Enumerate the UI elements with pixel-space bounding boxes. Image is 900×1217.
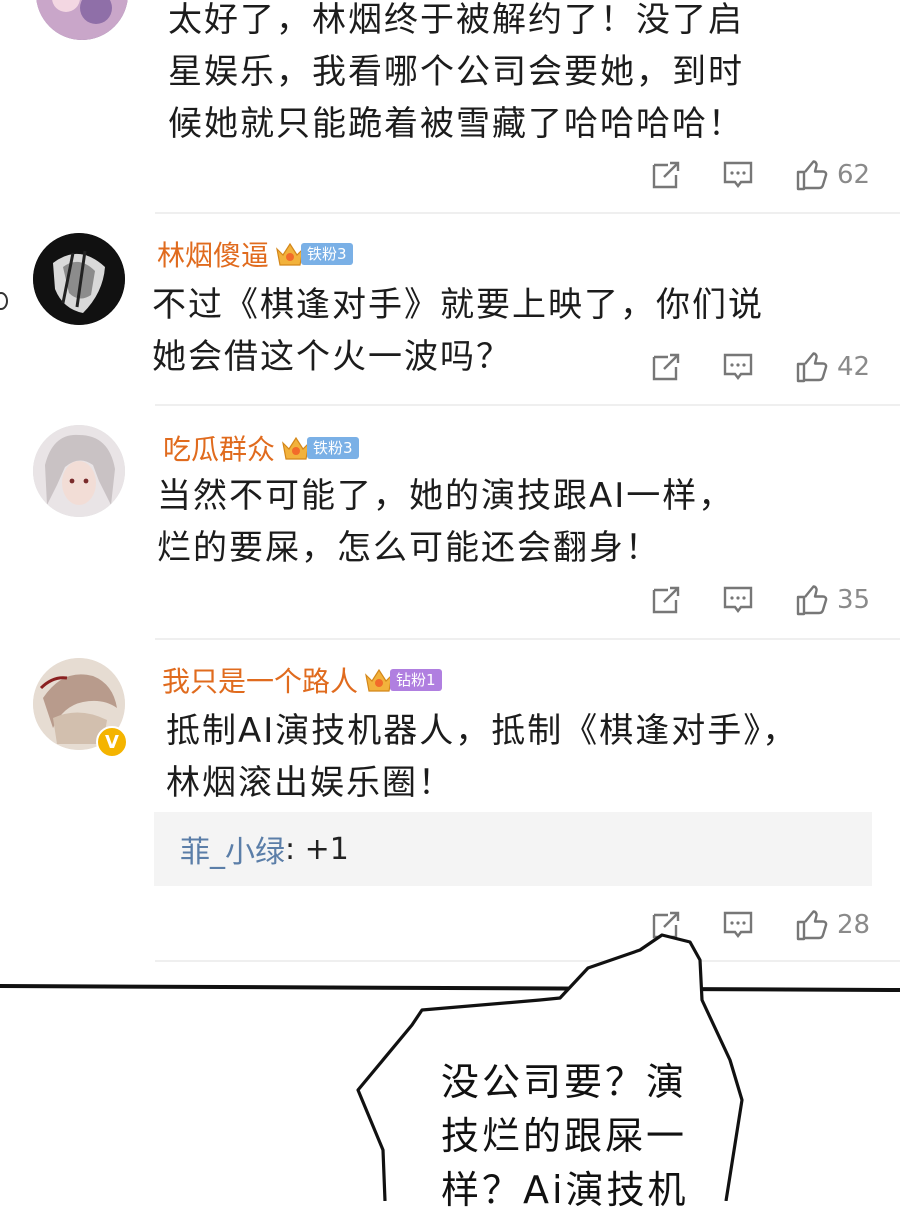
speech-bubble-text: 没公司要？演 技烂的跟屎一 样？Ai演技机 bbox=[441, 1060, 689, 1212]
manga-panel-art bbox=[0, 933, 900, 1201]
panel-border bbox=[0, 984, 900, 992]
